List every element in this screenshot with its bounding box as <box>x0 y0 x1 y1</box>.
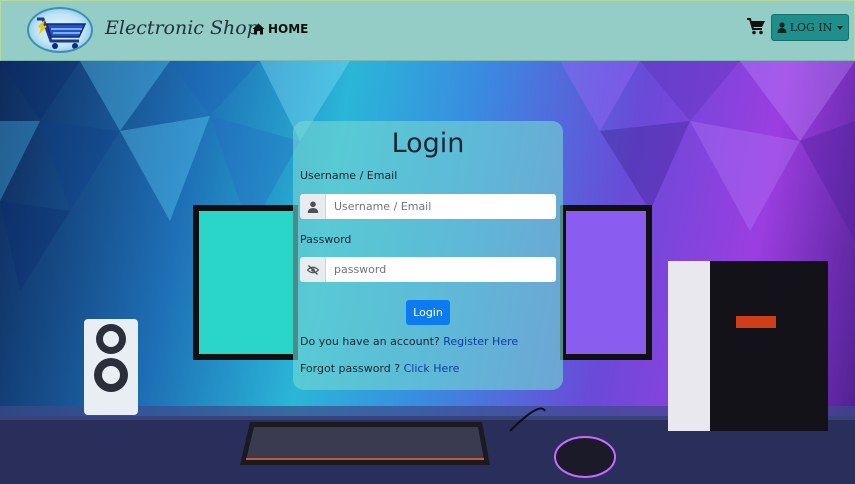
nav-home-label: HOME <box>268 22 309 36</box>
login-title: Login <box>391 128 465 159</box>
password-input-group <box>300 257 556 282</box>
forgot-password-link[interactable]: Click Here <box>404 362 460 375</box>
cart-logo-icon[interactable] <box>27 7 93 53</box>
register-link[interactable]: Register Here <box>443 335 518 348</box>
forgot-line: Forgot password ? Click Here <box>300 362 459 375</box>
username-label: Username / Email <box>300 169 398 182</box>
shopping-cart-icon[interactable] <box>746 17 766 35</box>
login-dropdown-label: LOG IN <box>789 21 833 34</box>
login-submit-button[interactable]: Login <box>406 300 450 325</box>
nav-home-link[interactable]: HOME <box>252 22 308 36</box>
user-icon <box>300 194 326 219</box>
register-prompt: Do you have an account? <box>300 335 444 348</box>
password-input[interactable] <box>326 257 556 282</box>
home-icon <box>252 23 265 35</box>
login-dropdown-button[interactable]: LOG IN <box>771 14 849 41</box>
password-label: Password <box>300 233 352 246</box>
caret-down-icon <box>837 25 844 30</box>
navbar: Electronic Shop HOME LOG IN <box>0 0 855 61</box>
forgot-prompt: Forgot password ? <box>300 362 404 375</box>
register-line: Do you have an account? Register Here <box>300 335 518 348</box>
username-input[interactable] <box>326 194 556 219</box>
username-input-group <box>300 194 556 219</box>
eye-slash-icon[interactable] <box>300 257 326 282</box>
login-card <box>293 121 563 390</box>
brand-name[interactable]: Electronic Shop <box>105 17 259 39</box>
user-icon <box>777 22 787 33</box>
